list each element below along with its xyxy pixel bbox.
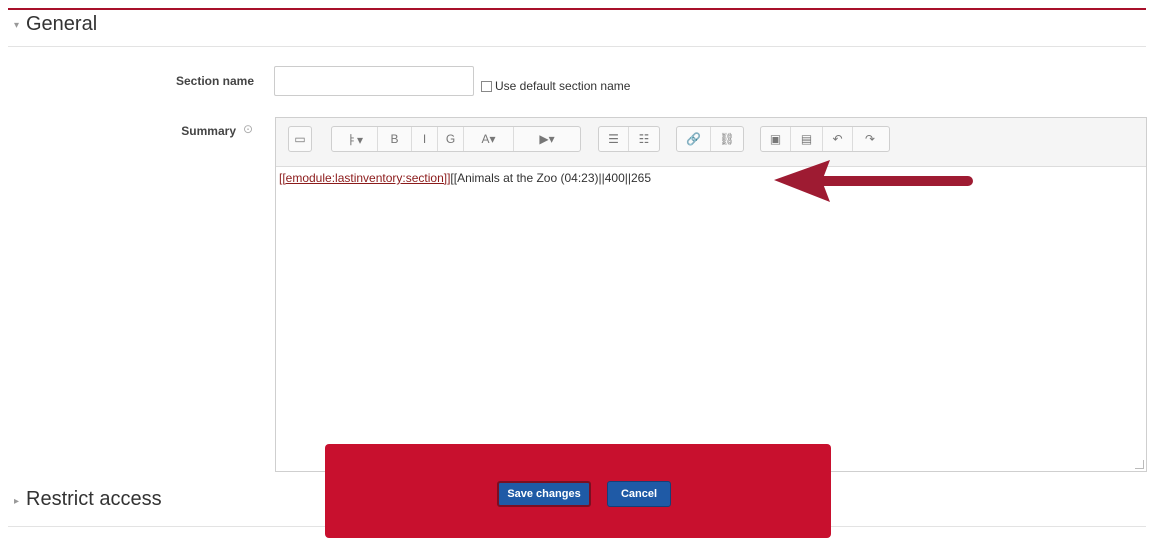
unlink-button[interactable]: ⛓ [711, 127, 743, 151]
redo-button[interactable]: ↷ [853, 127, 887, 151]
image-button[interactable]: ▣ [761, 127, 791, 151]
paragraph-style-button[interactable]: ㅑ▾ [332, 127, 378, 151]
toolbar-group-1: ▭ [288, 126, 312, 152]
editor-toolbar: ▭ ㅑ▾ B I G A▾ ▶▾ ☰ ☷ 🔗 ⛓ ▣ ▤ ↶ ↷ [276, 118, 1146, 167]
summary-editor[interactable]: ▭ ㅑ▾ B I G A▾ ▶▾ ☰ ☷ 🔗 ⛓ ▣ ▤ ↶ ↷ [[emodu… [275, 117, 1147, 472]
italic-button[interactable]: I [412, 127, 438, 151]
undo-button[interactable]: ↶ [823, 127, 853, 151]
use-default-checkbox[interactable] [481, 80, 492, 92]
media-dropdown-button[interactable]: ▶▾ [514, 127, 580, 151]
cancel-button[interactable]: Cancel [607, 481, 671, 507]
use-default-label: Use default section name [495, 79, 631, 93]
summary-label: Summary [181, 124, 236, 138]
collapse-caret-icon[interactable]: ▾ [14, 20, 19, 31]
general-fieldset-header[interactable]: ▾ General [8, 10, 1146, 47]
bold-button[interactable]: B [378, 127, 412, 151]
resize-handle[interactable] [1135, 460, 1144, 469]
annotation-arrow-icon [774, 160, 973, 202]
toolbar-group-2: ㅑ▾ B I G A▾ ▶▾ [331, 126, 581, 152]
font-color-button[interactable]: A▾ [464, 127, 514, 151]
use-default-section-name[interactable]: Use default section name [481, 79, 630, 93]
toolbar-group-5: ▣ ▤ ↶ ↷ [760, 126, 890, 152]
general-legend[interactable]: General [26, 13, 97, 36]
unordered-list-button[interactable]: ☰ [599, 127, 629, 151]
link-button[interactable]: 🔗 [677, 127, 711, 151]
toolbar-group-3: ☰ ☷ [598, 126, 660, 152]
section-name-input[interactable] [274, 66, 474, 96]
restrict-access-legend[interactable]: Restrict access [26, 488, 206, 511]
toolbar-group-4: 🔗 ⛓ [676, 126, 744, 152]
ordered-list-button[interactable]: ☷ [629, 127, 659, 151]
save-changes-button[interactable]: Save changes [497, 481, 591, 507]
expand-caret-icon[interactable]: ▸ [14, 496, 19, 507]
help-icon[interactable]: ⊙ [243, 122, 253, 136]
toolbar-toggle-button[interactable]: ▭ [289, 127, 311, 151]
style-button[interactable]: G [438, 127, 464, 151]
embed-text: [[Animals at the Zoo (04:23)||400||265 [450, 171, 652, 185]
editor-content[interactable]: [[emodule:lastinventory:section]][[Anima… [279, 171, 651, 185]
section-name-label: Section name [175, 74, 254, 88]
media-button[interactable]: ▤ [791, 127, 823, 151]
embed-link[interactable]: [[emodule:lastinventory:section]] [279, 171, 450, 185]
